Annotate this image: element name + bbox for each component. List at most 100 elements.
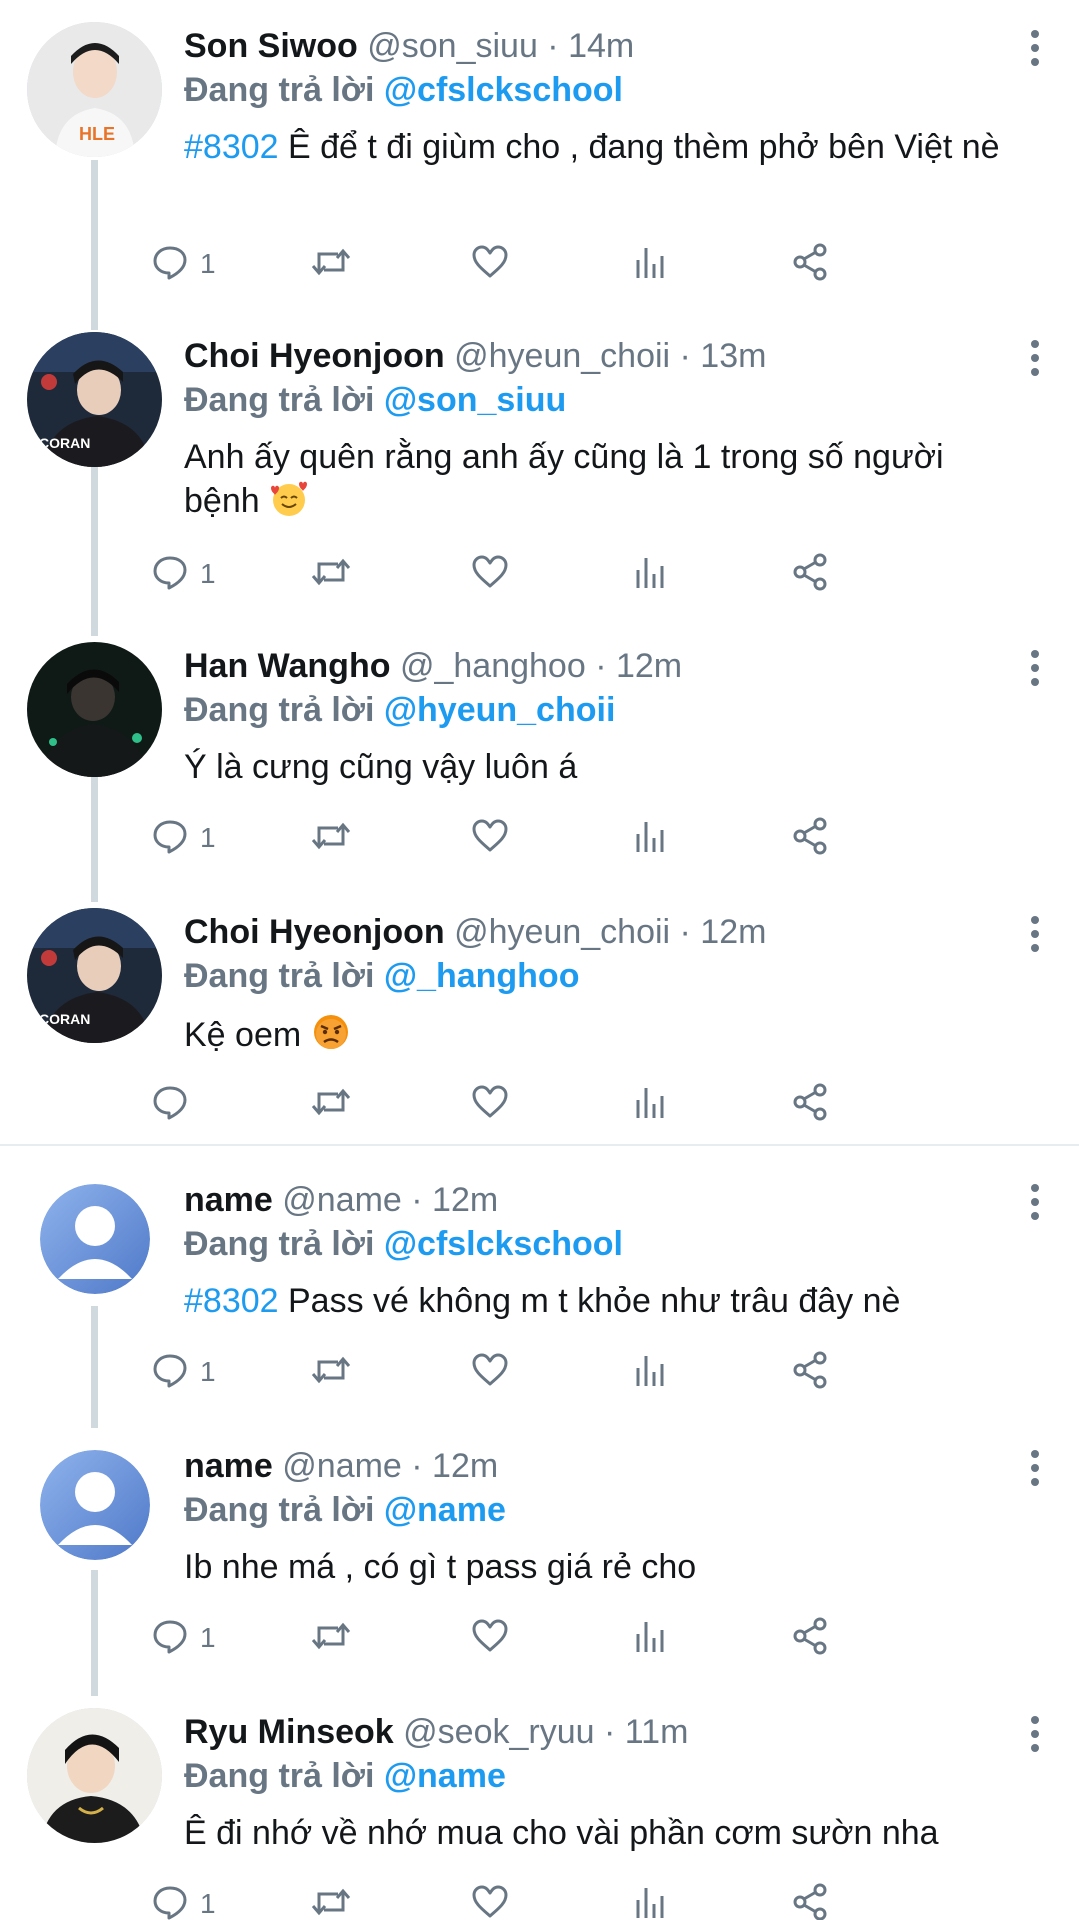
retweet-button[interactable] <box>310 1082 352 1126</box>
retweet-button[interactable] <box>310 242 352 286</box>
hashtag-link[interactable]: #8302 <box>184 128 279 166</box>
replying-to: Đang trả lời @son_siuu <box>184 380 566 420</box>
section-divider <box>0 1144 1079 1146</box>
more-options-icon[interactable] <box>1027 650 1043 686</box>
handle-time: @name · 12m <box>282 1181 499 1219</box>
reply-icon <box>150 1350 190 1395</box>
display-name[interactable]: Han Wangho <box>184 647 391 685</box>
reply-button[interactable]: 1 <box>150 1616 216 1660</box>
reply-prefix: Đang trả lời <box>184 71 375 109</box>
avatar[interactable]: CORAN <box>27 332 162 467</box>
retweet-button[interactable] <box>310 1882 352 1920</box>
like-button[interactable] <box>470 242 510 286</box>
reply-prefix: Đang trả lời <box>184 1491 375 1529</box>
reply-mention-link[interactable]: @cfslckschool <box>384 71 623 109</box>
tweet-header: Choi Hyeonjoon @hyeun_choii · 13m <box>184 336 766 376</box>
tweet-actions: 1 <box>153 1350 1044 1394</box>
display-name[interactable]: Choi Hyeonjoon <box>184 913 445 951</box>
reply-prefix: Đang trả lời <box>184 957 375 995</box>
more-options-icon[interactable] <box>1027 1716 1043 1752</box>
like-button[interactable] <box>470 816 510 860</box>
reply-prefix: Đang trả lời <box>184 1757 375 1795</box>
reply-mention-link[interactable]: @name <box>384 1757 506 1795</box>
share-icon <box>790 242 830 287</box>
display-name[interactable]: Choi Hyeonjoon <box>184 337 445 375</box>
share-button[interactable] <box>790 552 830 596</box>
avatar[interactable]: CORAN <box>27 908 162 1043</box>
reply-prefix: Đang trả lời <box>184 381 375 419</box>
share-button[interactable] <box>790 242 830 286</box>
avatar[interactable] <box>27 1708 162 1843</box>
share-icon <box>790 1082 830 1127</box>
reply-mention-link[interactable]: @son_siuu <box>384 381 566 419</box>
stats-button[interactable] <box>630 242 670 286</box>
stats-button[interactable] <box>630 1082 670 1126</box>
reply-mention-link[interactable]: @hyeun_choii <box>384 691 616 729</box>
more-options-icon[interactable] <box>1027 916 1043 952</box>
tweet[interactable]: Ryu Minseok @seok_ryuu · 11m Đang trả lờ… <box>0 1686 1079 1920</box>
display-name[interactable]: name <box>184 1447 273 1485</box>
stats-button[interactable] <box>630 1616 670 1660</box>
retweet-icon <box>310 242 352 287</box>
avatar[interactable]: HLE <box>27 22 162 157</box>
tweet-header: Son Siwoo @son_siuu · 14m <box>184 26 634 66</box>
retweet-button[interactable] <box>310 1616 352 1660</box>
retweet-icon <box>310 1882 352 1920</box>
stats-button[interactable] <box>630 552 670 596</box>
like-button[interactable] <box>470 1082 510 1126</box>
tweet[interactable]: CORAN Choi Hyeonjoon @hyeun_choii · 13m … <box>0 310 1079 620</box>
reply-button[interactable]: 1 <box>150 1350 216 1394</box>
reply-count: 1 <box>200 248 216 279</box>
tweet[interactable]: name @name · 12m Đang trả lời @cfslcksch… <box>0 1154 1079 1420</box>
like-icon <box>470 552 510 597</box>
handle-time: @hyeun_choii · 12m <box>454 913 767 951</box>
reply-button[interactable] <box>150 1082 200 1126</box>
tweet[interactable]: name @name · 12m Đang trả lời @name Ib n… <box>0 1420 1079 1686</box>
handle-time: @seok_ryuu · 11m <box>403 1713 689 1751</box>
reply-button[interactable]: 1 <box>150 1882 216 1920</box>
more-options-icon[interactable] <box>1027 1184 1043 1220</box>
share-button[interactable] <box>790 1882 830 1920</box>
reply-mention-link[interactable]: @_hanghoo <box>384 957 580 995</box>
tweet[interactable]: HLE Son Siwoo @son_siuu · 14m Đang trả l… <box>0 0 1079 310</box>
retweet-button[interactable] <box>310 1350 352 1394</box>
more-options-icon[interactable] <box>1027 30 1043 66</box>
tweet[interactable]: CORAN Choi Hyeonjoon @hyeun_choii · 12m … <box>0 886 1079 1146</box>
retweet-button[interactable] <box>310 816 352 860</box>
like-button[interactable] <box>470 1882 510 1920</box>
like-icon <box>470 1882 510 1920</box>
more-options-icon[interactable] <box>1027 340 1043 376</box>
reply-mention-link[interactable]: @cfslckschool <box>384 1225 623 1263</box>
tweet[interactable]: Han Wangho @_hanghoo · 12m Đang trả lời … <box>0 620 1079 886</box>
share-button[interactable] <box>790 1082 830 1126</box>
share-button[interactable] <box>790 1350 830 1394</box>
display-name[interactable]: Son Siwoo <box>184 27 358 65</box>
like-button[interactable] <box>470 552 510 596</box>
replying-to: Đang trả lời @name <box>184 1490 506 1530</box>
reply-icon <box>150 1882 190 1920</box>
reply-count: 1 <box>200 1888 216 1919</box>
replying-to: Đang trả lời @hyeun_choii <box>184 690 615 730</box>
avatar[interactable] <box>27 642 162 777</box>
stats-button[interactable] <box>630 1882 670 1920</box>
share-button[interactable] <box>790 1616 830 1660</box>
share-icon <box>790 1350 830 1395</box>
reply-button[interactable]: 1 <box>150 552 216 596</box>
hashtag-link[interactable]: #8302 <box>184 1282 279 1320</box>
display-name[interactable]: Ryu Minseok <box>184 1713 394 1751</box>
like-button[interactable] <box>470 1350 510 1394</box>
share-button[interactable] <box>790 816 830 860</box>
reply-button[interactable]: 1 <box>150 242 216 286</box>
display-name[interactable]: name <box>184 1181 273 1219</box>
tweet-actions: 1 <box>153 1616 1044 1660</box>
reply-mention-link[interactable]: @name <box>384 1491 506 1529</box>
like-button[interactable] <box>470 1616 510 1660</box>
avatar[interactable] <box>40 1184 150 1294</box>
reply-button[interactable]: 1 <box>150 816 216 860</box>
stats-button[interactable] <box>630 816 670 860</box>
stats-button[interactable] <box>630 1350 670 1394</box>
retweet-button[interactable] <box>310 552 352 596</box>
avatar[interactable] <box>40 1450 150 1560</box>
tweet-actions <box>153 1082 1044 1126</box>
more-options-icon[interactable] <box>1027 1450 1043 1486</box>
